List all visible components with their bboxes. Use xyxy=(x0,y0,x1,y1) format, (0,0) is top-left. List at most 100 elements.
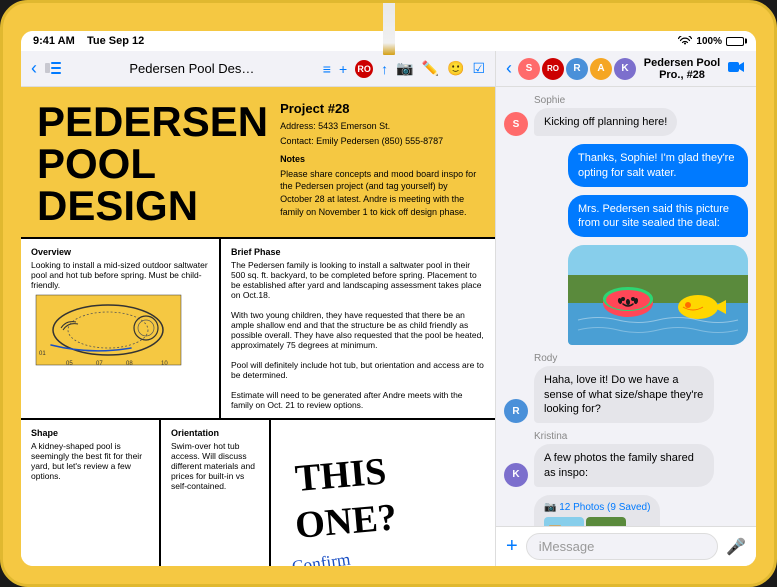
svg-text:08: 08 xyxy=(126,361,133,367)
handwriting-svg: THIS ONE? Confirm in two weeks! xyxy=(279,428,487,566)
notes-add-icon[interactable]: + xyxy=(339,61,347,77)
project-address: Address: 5433 Emerson St. xyxy=(280,120,479,133)
photos-saved: 9 Saved xyxy=(610,502,647,513)
message-row-6: K A few photos the family shared as insp… xyxy=(504,444,748,487)
notes-toolbar: ‹ Pedersen Pool Des… ≡ + RO ↑ 📷 ✏️ 🙂 ☑ xyxy=(21,51,495,87)
messages-input[interactable]: iMessage xyxy=(526,533,718,560)
avatar-extra1: A xyxy=(590,58,612,80)
status-date: Tue Sep 12 xyxy=(87,35,144,47)
avatar-kristina: K xyxy=(614,58,636,80)
title-line3: DESIGN xyxy=(37,185,268,227)
notes-share-icon[interactable]: ↑ xyxy=(381,61,388,77)
messages-toolbar: ‹ S RO R A K Pedersen Pool Pro., #28 xyxy=(496,51,756,87)
apple-pencil xyxy=(383,0,395,55)
notes-collab-icon[interactable]: RO xyxy=(355,60,373,78)
battery-percentage: 100% xyxy=(696,36,722,47)
notes-emoji-icon[interactable]: 🙂 xyxy=(447,60,464,77)
message-bubble-2[interactable]: Thanks, Sophie! I'm glad they're opting … xyxy=(568,144,748,187)
svg-text:05: 05 xyxy=(66,361,73,367)
brief-text: The Pedersen family is looking to instal… xyxy=(231,260,485,410)
pool-image-bubble[interactable] xyxy=(568,245,748,345)
doc-main-title: PEDERSEN POOL DESIGN xyxy=(37,101,268,227)
doc-orientation: Orientation Swim-over hot tub access. Wi… xyxy=(161,420,271,566)
doc-middle-section: Overview Looking to install a mid-sized … xyxy=(21,237,495,418)
messages-panel: ‹ S RO R A K Pedersen Pool Pro., #28 xyxy=(496,51,756,566)
message-row-3: Mrs. Pedersen said this picture from our… xyxy=(504,195,748,238)
photos-preview xyxy=(544,517,650,526)
messages-back-button[interactable]: ‹ xyxy=(506,58,512,79)
battery-icon xyxy=(726,37,744,46)
messages-list[interactable]: Sophie S Kicking off planning here! Than… xyxy=(496,87,756,526)
message-sender-kristina: Kristina K A few photos the family share… xyxy=(504,431,748,487)
doc-shape: Shape A kidney-shaped pool is seemingly … xyxy=(21,420,161,566)
notes-title: Pedersen Pool Des… xyxy=(69,61,315,76)
avatar-rody: R xyxy=(566,58,588,80)
doc-handwriting: THIS ONE? Confirm in two weeks! xyxy=(271,420,495,566)
svg-text:ONE?: ONE? xyxy=(293,496,398,547)
messages-avatars: S RO R A K xyxy=(518,58,636,80)
messages-mic-button[interactable]: 🎤 xyxy=(726,537,746,557)
overview-text: Looking to install a mid-sized outdoor s… xyxy=(31,260,209,290)
kristina-avatar: K xyxy=(504,463,528,487)
message-row-2: Thanks, Sophie! I'm glad they're opting … xyxy=(504,144,748,187)
doc-title-area: PEDERSEN POOL DESIGN xyxy=(37,101,268,227)
main-content: ‹ Pedersen Pool Des… ≡ + RO ↑ 📷 ✏️ 🙂 ☑ xyxy=(21,51,756,566)
status-indicators: 100% xyxy=(678,36,744,47)
notes-sidebar-icon[interactable] xyxy=(45,61,61,77)
facetime-icon[interactable] xyxy=(728,60,746,78)
message-bubble-5[interactable]: Haha, love it! Do we have a sense of wha… xyxy=(534,366,714,423)
video-call-icon xyxy=(728,61,746,73)
photos-count-label[interactable]: 📷 12 Photos (9 Saved) xyxy=(544,502,650,513)
message-row-5: R Haha, love it! Do we have a sense of w… xyxy=(504,366,748,423)
notes-back-button[interactable]: ‹ xyxy=(31,58,37,79)
rody-avatar: R xyxy=(504,399,528,423)
avatar-ro: RO xyxy=(542,58,564,80)
message-sender-sophie: Sophie S Kicking off planning here! xyxy=(504,95,748,136)
sophie-avatar: S xyxy=(504,112,528,136)
notes-toolbar-icons: ≡ + RO ↑ 📷 ✏️ 🙂 ☑ xyxy=(323,60,485,78)
svg-text:Confirm: Confirm xyxy=(291,550,352,566)
avatar-sophie: S xyxy=(518,58,540,80)
messages-add-button[interactable]: + xyxy=(506,535,518,558)
notes-pencil-icon[interactable]: ✏️ xyxy=(422,60,439,77)
brief-title: Brief Phase xyxy=(231,247,485,257)
message-bubble-3[interactable]: Mrs. Pedersen said this picture from our… xyxy=(568,195,748,238)
svg-text:01: 01 xyxy=(39,351,46,357)
project-contact: Contact: Emily Pedersen (850) 555-8787 xyxy=(280,135,479,148)
pool-watermelon-image xyxy=(568,245,748,345)
status-time-date: 9:41 AM Tue Sep 12 xyxy=(33,35,144,47)
orientation-text: Swim-over hot tub access. Will discuss d… xyxy=(171,441,259,491)
photo-thumb-2 xyxy=(586,517,626,526)
svg-text:THIS: THIS xyxy=(293,450,387,500)
title-line1: PEDERSEN xyxy=(37,101,268,143)
message-row-image xyxy=(504,245,748,345)
pool-image-svg xyxy=(568,245,748,345)
svg-text:07: 07 xyxy=(96,361,103,367)
shape-title: Shape xyxy=(31,428,149,438)
notes-body: PEDERSEN POOL DESIGN Project #28 Address… xyxy=(21,87,495,566)
messages-placeholder: iMessage xyxy=(539,539,595,554)
notes-section-label: Notes xyxy=(280,153,479,166)
doc-brief: Brief Phase The Pedersen family is looki… xyxy=(221,239,495,418)
orientation-title: Orientation xyxy=(171,428,259,438)
notes-list-icon[interactable]: ≡ xyxy=(323,61,331,77)
message-sender-rody: Rody R Haha, love it! Do we have a sense… xyxy=(504,353,748,423)
photo-1-svg xyxy=(544,517,584,526)
messages-input-bar: + iMessage 🎤 xyxy=(496,526,756,566)
ipad-screen: 9:41 AM Tue Sep 12 100% xyxy=(21,31,756,566)
message-bubble-6[interactable]: A few photos the family shared as inspo: xyxy=(534,444,714,487)
wifi-icon xyxy=(678,36,692,46)
doc-bottom-section: Shape A kidney-shaped pool is seemingly … xyxy=(21,418,495,566)
notes-checklist-icon[interactable]: ☑ xyxy=(472,60,485,77)
message-row-1: S Kicking off planning here! xyxy=(504,108,748,136)
message-bubble-1[interactable]: Kicking off planning here! xyxy=(534,108,677,136)
photo-thumb-1 xyxy=(544,517,584,526)
notes-section-text: Please share concepts and mood board ins… xyxy=(280,168,479,218)
title-line2: POOL xyxy=(37,143,268,185)
message-row-photos: 📷 12 Photos (9 Saved) xyxy=(504,495,748,526)
shape-text: A kidney-shaped pool is seemingly the be… xyxy=(31,441,149,481)
photos-bubble[interactable]: 📷 12 Photos (9 Saved) xyxy=(534,495,660,526)
notes-camera-icon[interactable]: 📷 xyxy=(396,60,413,77)
doc-header: PEDERSEN POOL DESIGN Project #28 Address… xyxy=(21,87,495,237)
doc-overview: Overview Looking to install a mid-sized … xyxy=(21,239,221,418)
